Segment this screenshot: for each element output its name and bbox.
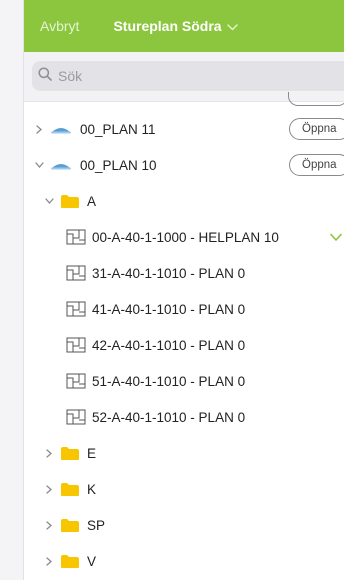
tree-row-document[interactable]: 41-A-40-1-1010 - PLAN 0 [24,291,344,327]
chevron-down-icon[interactable] [42,198,56,204]
chevron-right-icon[interactable] [42,556,56,566]
document-label: 31-A-40-1-1010 - PLAN 0 [92,265,246,281]
chevron-right-icon[interactable] [32,124,46,134]
master-pane-edge [0,0,24,580]
tree-row-folder-sp[interactable]: SP [24,507,344,543]
folder-icon [60,194,80,209]
checkmark-icon [330,230,342,245]
top-bar: Avbryt Stureplan Södra [24,0,344,52]
tree-row-document[interactable]: 42-A-40-1-1010 - PLAN 0 [24,327,344,363]
tree-row-folder-a[interactable]: A [24,183,344,219]
folder-icon [60,518,80,533]
folder-label: V [87,553,97,569]
project-title: Stureplan Södra [113,18,222,34]
document-label: 42-A-40-1-1010 - PLAN 0 [92,337,246,353]
document-label: 51-A-40-1-1010 - PLAN 0 [92,373,246,389]
folder-label: K [87,481,97,497]
floor-plan-layer-icon [50,160,74,170]
drawing-sheet-icon [66,373,86,389]
tree-row-document[interactable]: 00-A-40-1-1000 - HELPLAN 10 [24,219,344,255]
document-label: 52-A-40-1-1010 - PLAN 0 [92,409,246,425]
drawing-sheet-icon [66,301,86,317]
folder-label: A [87,193,97,209]
document-label: 00-A-40-1-1000 - HELPLAN 10 [92,229,279,245]
tree-row-document[interactable]: 31-A-40-1-1010 - PLAN 0 [24,255,344,291]
folder-label: E [87,445,97,461]
project-selector[interactable]: Stureplan Södra [113,18,238,34]
floor-plan-layer-icon [50,124,74,134]
search-input[interactable] [58,68,318,84]
tree-row-folder-v[interactable]: V [24,543,344,579]
drawing-sheet-icon [66,229,86,245]
folder-icon [60,446,80,461]
drawing-sheet-icon [66,265,86,281]
folder-label: SP [87,517,106,533]
chevron-right-icon[interactable] [42,484,56,494]
document-label: 41-A-40-1-1010 - PLAN 0 [92,301,246,317]
tree-row-plan-10[interactable]: 00_PLAN 10 Öppna [24,147,344,183]
open-button-partial[interactable] [288,92,344,106]
search-box [32,61,344,91]
tree-row-plan-11[interactable]: 00_PLAN 11 Öppna [24,111,344,147]
tree-row-document[interactable]: 51-A-40-1-1010 - PLAN 0 [24,363,344,399]
chevron-down-icon[interactable] [32,162,46,168]
folder-icon [60,482,80,497]
drawing-sheet-icon [66,337,86,353]
plan-label: 00_PLAN 11 [80,121,156,137]
open-button-plan-11[interactable]: Öppna [289,118,344,140]
open-button-plan-10[interactable]: Öppna [289,154,344,176]
search-icon [38,66,52,86]
tree-row-folder-e[interactable]: E [24,435,344,471]
chevron-right-icon[interactable] [42,520,56,530]
chevron-right-icon[interactable] [42,448,56,458]
tree-row-document[interactable]: 52-A-40-1-1010 - PLAN 0 [24,399,344,435]
cancel-button[interactable]: Avbryt [40,18,79,34]
sheet-picker-panel: Avbryt Stureplan Södra 00_PLAN 11 [24,0,344,580]
chevron-down-icon [226,18,238,34]
drawing-sheet-icon [66,409,86,425]
folder-icon [60,554,80,569]
plan-label: 00_PLAN 10 [80,157,157,173]
tree-row-folder-k[interactable]: K [24,471,344,507]
